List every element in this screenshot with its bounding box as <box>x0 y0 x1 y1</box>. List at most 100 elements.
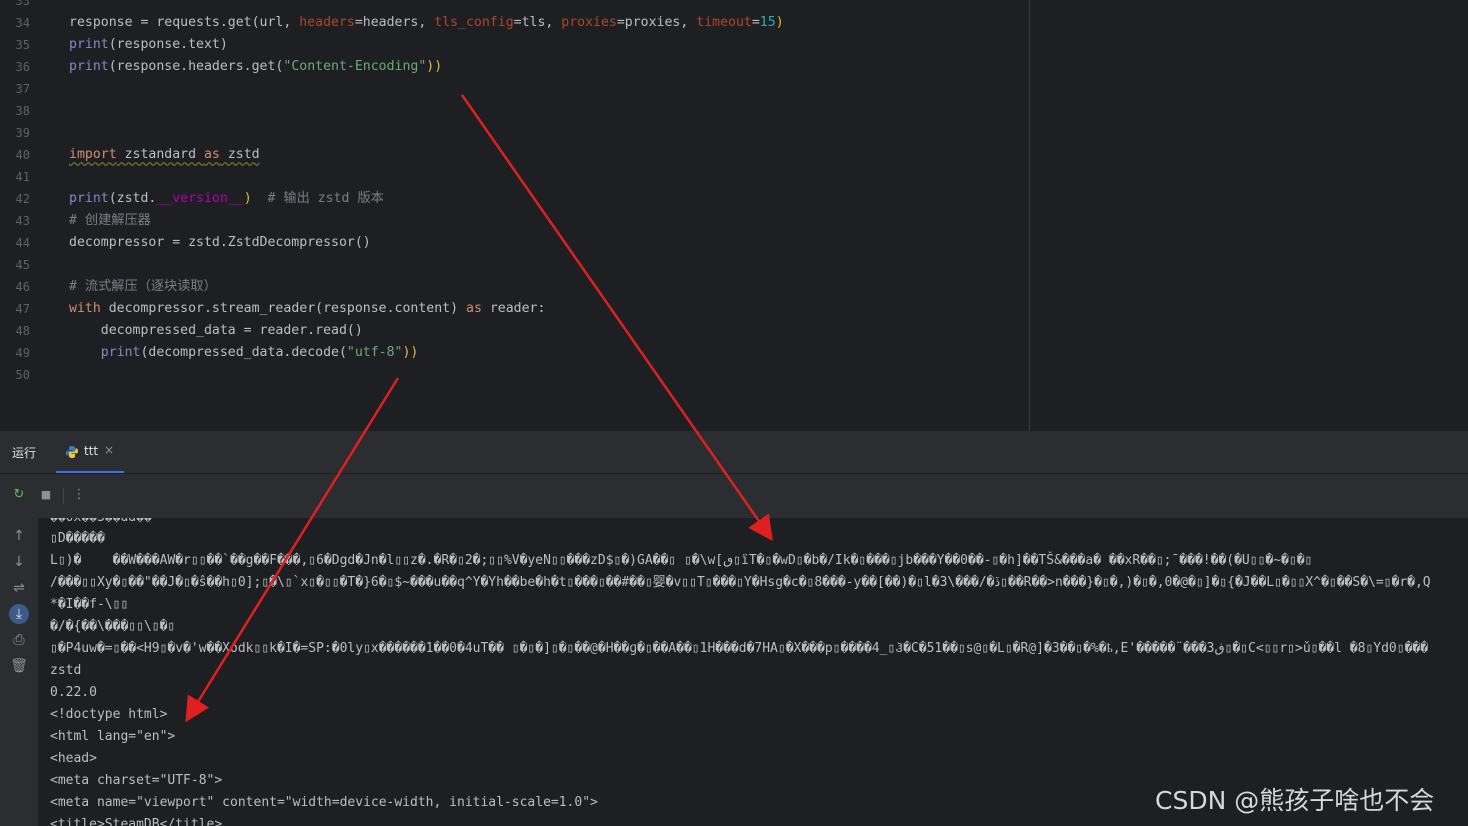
code-line-49[interactable]: print(decompressed_data.decode("utf-8")) <box>69 342 419 364</box>
line-number: 49 <box>15 346 30 360</box>
code-line-36[interactable]: print(response.headers.get("Content-Enco… <box>69 56 442 78</box>
python-icon <box>66 446 78 458</box>
line-number-gutter: 33 34 35 36 37 38 39 40 41 42 43 44 45 4… <box>0 0 58 431</box>
console-line: *�I��f-\▯▯ <box>50 597 129 612</box>
code-token: (response.headers.get( <box>108 59 284 74</box>
code-line-48[interactable]: decompressed_data = reader.read() <box>69 320 363 342</box>
arrow-down-icon[interactable]: ↓ <box>9 552 29 572</box>
code-token: as <box>466 301 482 316</box>
stop-icon[interactable]: ■ <box>37 486 55 504</box>
code-token: __version__ <box>156 191 244 206</box>
code-line-42[interactable]: print(zstd.__version__) # 输出 zstd 版本 <box>69 188 384 210</box>
code-line-43[interactable]: # 创建解压器 <box>69 210 151 232</box>
rerun-icon[interactable]: ↻ <box>10 486 28 504</box>
console-line: 0.22.0 <box>50 685 97 700</box>
run-toolbar: ↻ ■ ⋮ <box>0 474 1468 518</box>
code-token: decompressed_data = reader.read() <box>69 323 363 338</box>
code-token: =tls, <box>513 15 562 30</box>
trash-icon[interactable]: 🗑 <box>9 656 29 676</box>
code-line-40[interactable]: import zstandard as zstd <box>69 144 260 166</box>
code-token: (zstd. <box>108 191 157 206</box>
console-side-toolbar: ↑ ↓ ⇌ ⤓ ⎙ 🗑 <box>0 518 38 826</box>
code-token: "utf-8" <box>346 345 403 360</box>
code-token: "Content-Encoding" <box>283 59 427 74</box>
code-token: print <box>69 37 109 52</box>
line-number: 37 <box>15 82 30 96</box>
line-number: 35 <box>15 38 30 52</box>
line-number: 39 <box>15 126 30 140</box>
code-token: 15 <box>759 15 776 30</box>
code-token: import <box>69 147 117 162</box>
tab-ttt[interactable]: ttt × <box>56 431 124 473</box>
code-token: response = requests.get(url, <box>69 15 300 30</box>
code-token: timeout <box>696 15 752 30</box>
console-line: zstd <box>50 663 82 678</box>
code-token: =headers, <box>354 15 435 30</box>
code-token: tls_config <box>434 15 514 30</box>
console-line: �/�{��\���▯▯\▯�▯ <box>50 619 176 634</box>
tab-label: ttt <box>84 444 99 458</box>
code-token: print <box>69 59 109 74</box>
line-number: 41 <box>15 170 30 184</box>
soft-wrap-icon[interactable]: ⇌ <box>9 578 29 598</box>
line-number: 42 <box>15 192 30 206</box>
line-number: 47 <box>15 302 30 316</box>
line-number: 38 <box>15 104 30 118</box>
close-icon[interactable]: × <box>104 443 114 457</box>
code-line-44[interactable]: decompressor = zstd.ZstdDecompressor() <box>69 232 371 254</box>
code-token: ) <box>775 15 784 30</box>
code-token: decompressor.stream_reader(response.cont… <box>100 301 466 316</box>
line-number: 45 <box>15 258 30 272</box>
code-token: zstandard <box>116 147 204 162</box>
console-line: <!doctype html> <box>50 707 168 722</box>
code-token: print <box>69 191 109 206</box>
scroll-to-end-icon[interactable]: ⤓ <box>9 604 29 624</box>
code-line-34[interactable]: response = requests.get(url, headers=hea… <box>69 12 784 34</box>
console-line: /���▯▯Xy�▯��"��J�▯�ŝ��h▯0];▯�\▯`x▯�▯▯�T�… <box>50 575 1431 590</box>
code-comment: # 流式解压（逐块读取） <box>69 279 217 294</box>
code-token: = <box>751 15 760 30</box>
code-line-47[interactable]: with decompressor.stream_reader(response… <box>69 298 545 320</box>
line-number: 50 <box>15 368 30 382</box>
code-token: print <box>100 345 141 360</box>
line-number: 43 <box>15 214 30 228</box>
csdn-watermark: CSDN @熊孩子啥也不会 <box>1155 786 1435 815</box>
code-token: reader: <box>481 301 546 316</box>
code-editor[interactable]: 33 34 35 36 37 38 39 40 41 42 43 44 45 4… <box>0 0 1468 431</box>
toolbar-divider <box>63 488 64 504</box>
line-number: 36 <box>15 60 30 74</box>
console-line: <meta name="viewport" content="width=dev… <box>50 795 598 810</box>
code-token: proxies <box>561 15 617 30</box>
line-number: 44 <box>15 236 30 250</box>
code-token: (decompressed_data.decode( <box>140 345 347 360</box>
code-token: (response.text) <box>108 37 228 52</box>
more-options-icon[interactable]: ⋮ <box>70 486 88 504</box>
code-token: zstd <box>219 147 260 162</box>
console-line: L▯)� ��W���AW�r▯▯��`��g��F���,▯6�Dgd�Jn�… <box>50 553 1313 568</box>
right-margin-guide <box>1029 0 1030 431</box>
run-panel-header: 运行 ttt × <box>0 431 1468 474</box>
code-token: =proxies, <box>616 15 697 30</box>
code-line-35[interactable]: print(response.text) <box>69 34 228 56</box>
run-panel-title: 运行 <box>12 446 37 460</box>
code-token: with <box>69 301 101 316</box>
line-number: 46 <box>15 280 30 294</box>
code-token: as <box>203 147 220 162</box>
arrow-up-icon[interactable]: ↑ <box>9 526 29 546</box>
line-number: 33 <box>15 0 30 8</box>
console-line: ▯D����� <box>50 531 105 546</box>
code-token: headers <box>299 15 355 30</box>
code-comment: # 创建解压器 <box>69 213 151 228</box>
line-number: 34 <box>15 16 30 30</box>
console-line: ▯�P4uw�=▯��<H9▯�v�'w��Xodk▯▯k�I�=SP:�0ly… <box>50 641 1429 656</box>
code-token: ) <box>243 191 252 206</box>
line-number: 40 <box>15 148 30 162</box>
console-line: <meta charset="UTF-8"> <box>50 773 223 788</box>
print-icon[interactable]: ⎙ <box>9 630 29 650</box>
code-token: )) <box>426 59 443 74</box>
console-line: <title>SteamDB</title> <box>50 817 223 826</box>
code-line-46[interactable]: # 流式解压（逐块读取） <box>69 276 217 298</box>
code-token: decompressor = zstd.ZstdDecompressor() <box>69 235 371 250</box>
console-output[interactable]: ��0x��3��dd�� ▯D����� L▯)� ��W���AW�r▯▯�… <box>38 518 1468 826</box>
